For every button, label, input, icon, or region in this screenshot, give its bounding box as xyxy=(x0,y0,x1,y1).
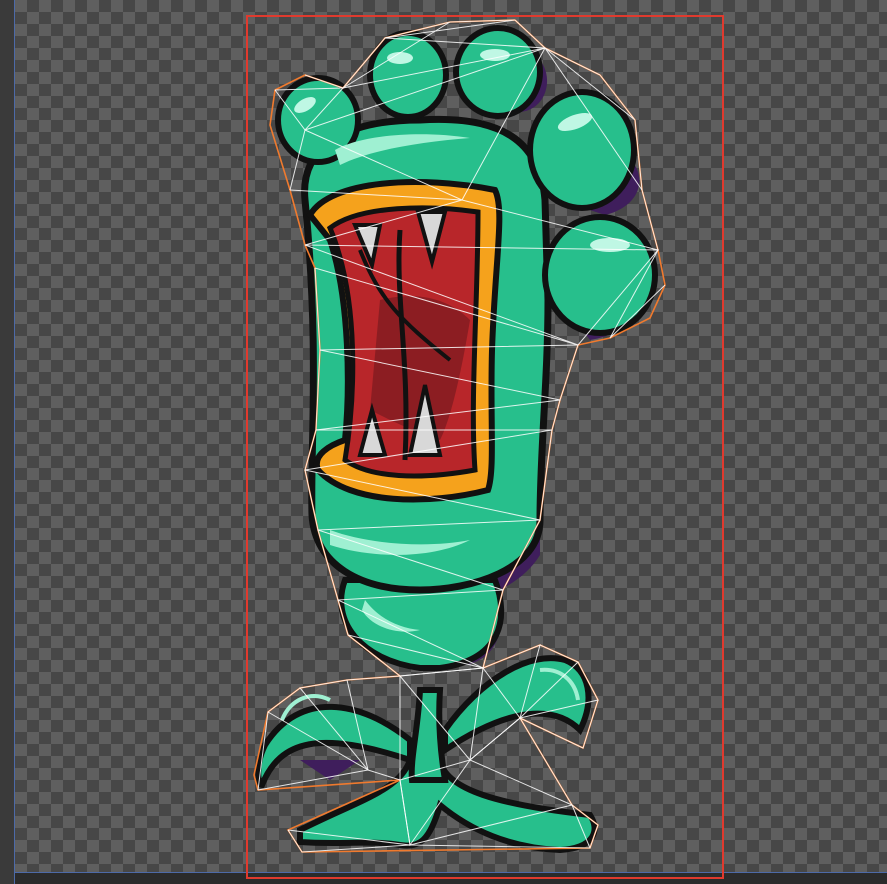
sprite-editor-viewport[interactable] xyxy=(0,0,887,884)
sprite-canvas[interactable] xyxy=(0,0,887,884)
plant-monster-sprite[interactable] xyxy=(253,19,666,854)
